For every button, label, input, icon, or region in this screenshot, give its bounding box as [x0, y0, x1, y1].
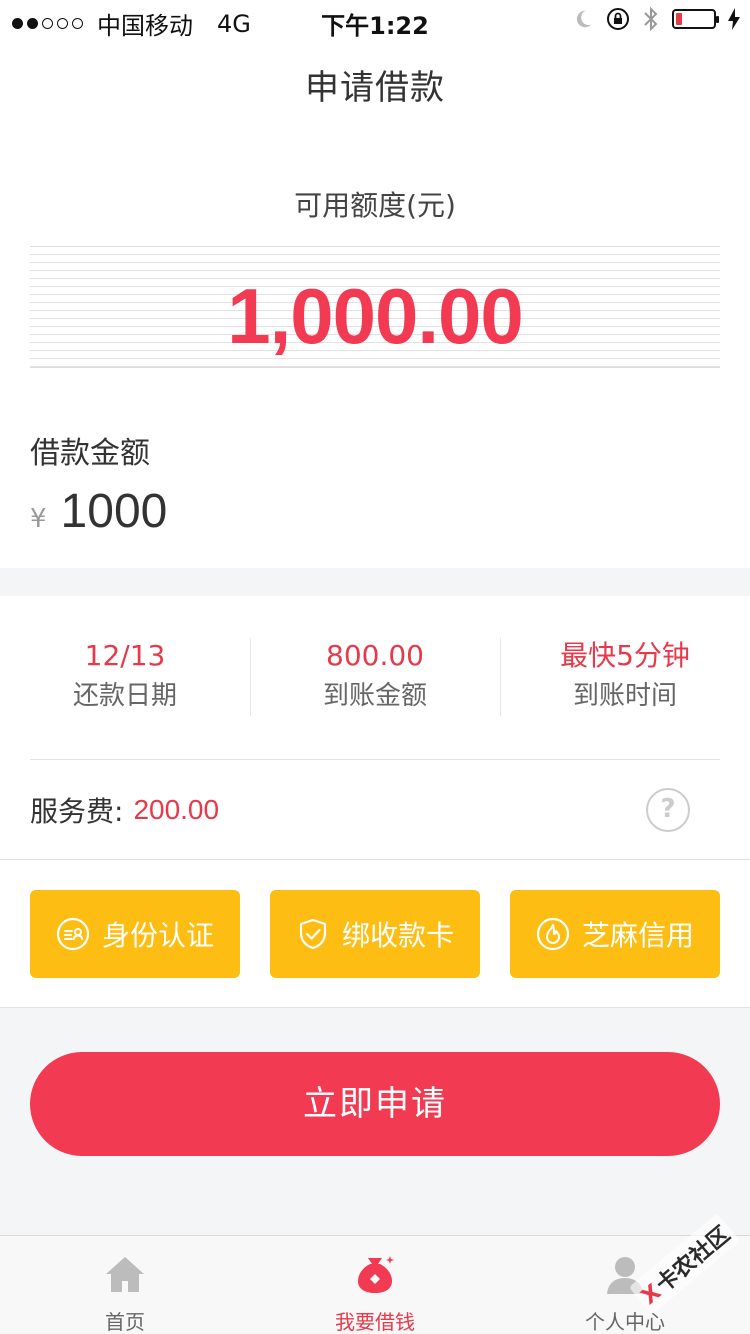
service-fee-row: 服务费: 200.00 ?: [30, 788, 720, 832]
loan-amount-value[interactable]: 1000: [61, 484, 168, 539]
status-right: [572, 6, 740, 32]
page-title: 申请借款: [305, 68, 445, 108]
bluetooth-icon: [644, 6, 658, 32]
home-icon: [106, 1257, 144, 1292]
charging-icon: [728, 8, 740, 30]
status-bar: 中国移动 4G 下午1:22: [0, 0, 750, 40]
received-amount-value: 800.00: [326, 639, 424, 672]
divider: [0, 859, 750, 860]
tab-profile-label: 个人中心: [585, 1310, 665, 1334]
arrival-time-cell: 最快5分钟 到账时间: [500, 636, 750, 718]
rotation-lock-icon: [607, 8, 629, 30]
currency-symbol: ¥: [30, 504, 47, 534]
moon-icon: [576, 10, 592, 28]
sesame-credit-label: 芝麻信用: [581, 919, 694, 952]
loan-info-row: 12/13 还款日期 800.00 到账金额 最快5分钟 到账时间: [0, 636, 750, 718]
tab-home[interactable]: 首页: [0, 1236, 250, 1334]
tab-home-label: 首页: [105, 1310, 145, 1334]
flame-icon: [536, 917, 570, 951]
repayment-date-value: 12/13: [84, 639, 166, 672]
loan-amount-label: 借款金额: [30, 436, 150, 471]
received-amount-cell: 800.00 到账金额: [250, 636, 500, 718]
money-bag-icon: [358, 1256, 394, 1293]
sesame-credit-button[interactable]: 芝麻信用: [510, 890, 720, 978]
arrival-time-label: 到账时间: [572, 681, 677, 711]
shield-check-icon: [299, 918, 327, 950]
battery-icon: [672, 9, 719, 29]
verification-buttons: 身份认证 绑收款卡 芝麻信用: [30, 890, 720, 978]
service-fee-value: 200.00: [133, 794, 220, 825]
identity-verification-button[interactable]: 身份认证: [30, 890, 240, 978]
available-quota-box: 1,000.00: [30, 246, 720, 368]
help-icon[interactable]: ?: [646, 788, 690, 832]
loan-amount-input[interactable]: ¥ 1000: [30, 484, 167, 539]
arrival-time-value: 最快5分钟: [560, 639, 690, 672]
identity-verification-label: 身份认证: [101, 919, 214, 952]
repayment-date-cell: 12/13 还款日期: [0, 636, 250, 718]
available-quota-value: 1,000.00: [227, 272, 524, 360]
divider: [30, 759, 720, 760]
section-separator: [0, 568, 750, 596]
received-amount-label: 到账金额: [322, 681, 427, 711]
tab-borrow[interactable]: 我要借钱: [250, 1236, 500, 1334]
service-fee-label: 服务费:: [30, 795, 124, 828]
bind-card-button[interactable]: 绑收款卡: [270, 890, 480, 978]
available-quota-label: 可用额度(元): [294, 189, 456, 222]
repayment-date-label: 还款日期: [72, 681, 177, 711]
bind-card-label: 绑收款卡: [341, 919, 454, 952]
tab-borrow-label: 我要借钱: [335, 1310, 415, 1334]
apply-now-button[interactable]: 立即申请: [30, 1052, 720, 1156]
id-card-icon: [56, 917, 90, 951]
